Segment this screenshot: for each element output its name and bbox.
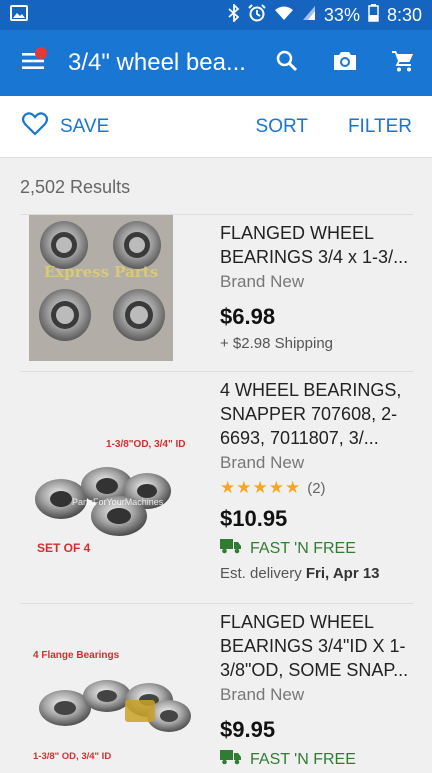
item-price: $10.95 (220, 506, 288, 531)
fast-label: FAST 'N FREE (250, 539, 356, 557)
watermark-text: Express Parts (44, 263, 158, 281)
fast-label: FAST 'N FREE (250, 750, 356, 768)
item-info: FLANGED WHEEL BEARINGS 3/4"ID X 1-3/8"OD… (208, 604, 413, 773)
sort-button[interactable]: SORT (256, 116, 308, 138)
image-caption-size: 1-3/8" OD, 3/4" ID (33, 751, 111, 762)
product-image[interactable]: Express Parts (20, 215, 208, 371)
star-rating-icons: ★★★★★ (220, 478, 302, 497)
estimated-delivery: Est. delivery Fri, Apr 13 (220, 565, 413, 582)
watermark-text: PartsForYourMachines (72, 497, 164, 507)
rating-count: (2) (307, 479, 326, 497)
filter-button[interactable]: FILTER (348, 116, 412, 138)
image-caption-size: 1-3/8"OD, 3/4" ID (106, 439, 186, 450)
image-icon (10, 4, 28, 26)
results-count: 2,502 Results (20, 177, 131, 197)
menu-button[interactable] (0, 30, 68, 96)
search-icon (275, 49, 299, 78)
item-condition: Brand New (220, 453, 305, 472)
battery-percent: 33% (323, 4, 360, 25)
item-shipping: + $2.98 Shipping (220, 335, 334, 352)
delivery-date: Fri, Apr 13 (305, 565, 380, 582)
item-price: $6.98 (220, 304, 276, 329)
app-bar: 3/4" wheel bea... (0, 30, 432, 96)
image-caption-count: 4 Flange Bearings (33, 650, 120, 661)
action-bar: SAVE SORT FILTER (0, 96, 432, 158)
battery-icon (368, 3, 379, 27)
signal-icon (302, 5, 316, 26)
item-price: $9.95 (220, 717, 276, 742)
list-item[interactable]: 4 Flange Bearings 1-3/8" OD, 3/4" ID FLA… (20, 603, 413, 773)
item-info: 4 WHEEL BEARINGS, SNAPPER 707608, 2-6693… (208, 372, 413, 603)
truck-icon (220, 749, 242, 770)
notification-badge (35, 47, 47, 59)
fast-n-free-badge: FAST 'N FREE (220, 749, 413, 770)
heart-outline-icon (21, 111, 49, 142)
status-bar: 33% 8:30 (0, 0, 432, 30)
wifi-icon (274, 5, 294, 26)
clock: 8:30 (386, 4, 422, 25)
item-condition: Brand New (220, 272, 305, 291)
item-title[interactable]: FLANGED WHEEL BEARINGS 3/4 x 1-3/... (220, 221, 413, 269)
fast-n-free-badge: FAST 'N FREE (220, 538, 413, 559)
list-item[interactable]: 1-3/8"OD, 3/4" ID PartsForYourMachines S… (20, 371, 413, 603)
item-info: FLANGED WHEEL BEARINGS 3/4 x 1-3/... Bra… (208, 215, 413, 371)
list-item[interactable]: Express Parts FLANGED WHEEL BEARINGS 3/4… (20, 214, 413, 371)
results-list: Express Parts FLANGED WHEEL BEARINGS 3/4… (20, 214, 413, 773)
save-label: SAVE (60, 115, 110, 137)
camera-icon (332, 50, 358, 77)
camera-button[interactable] (316, 30, 374, 96)
product-image[interactable]: 4 Flange Bearings 1-3/8" OD, 3/4" ID (20, 604, 208, 773)
bluetooth-icon (228, 2, 240, 27)
item-condition: Brand New (220, 685, 305, 704)
search-button[interactable] (258, 30, 316, 96)
cart-icon (391, 49, 415, 78)
save-search-button[interactable]: SAVE (0, 111, 256, 142)
item-rating: ★★★★★ (2) (220, 478, 413, 498)
truck-icon (220, 538, 242, 559)
search-query-title[interactable]: 3/4" wheel bea... (68, 49, 258, 77)
item-title[interactable]: 4 WHEEL BEARINGS, SNAPPER 707608, 2-6693… (220, 378, 413, 450)
delivery-prefix: Est. delivery (220, 565, 306, 582)
alarm-icon (248, 3, 266, 27)
image-caption-set: SET OF 4 (37, 541, 91, 555)
product-image[interactable]: 1-3/8"OD, 3/4" ID PartsForYourMachines S… (20, 372, 208, 603)
cart-button[interactable] (374, 30, 432, 96)
item-title[interactable]: FLANGED WHEEL BEARINGS 3/4"ID X 1-3/8"OD… (220, 610, 413, 682)
